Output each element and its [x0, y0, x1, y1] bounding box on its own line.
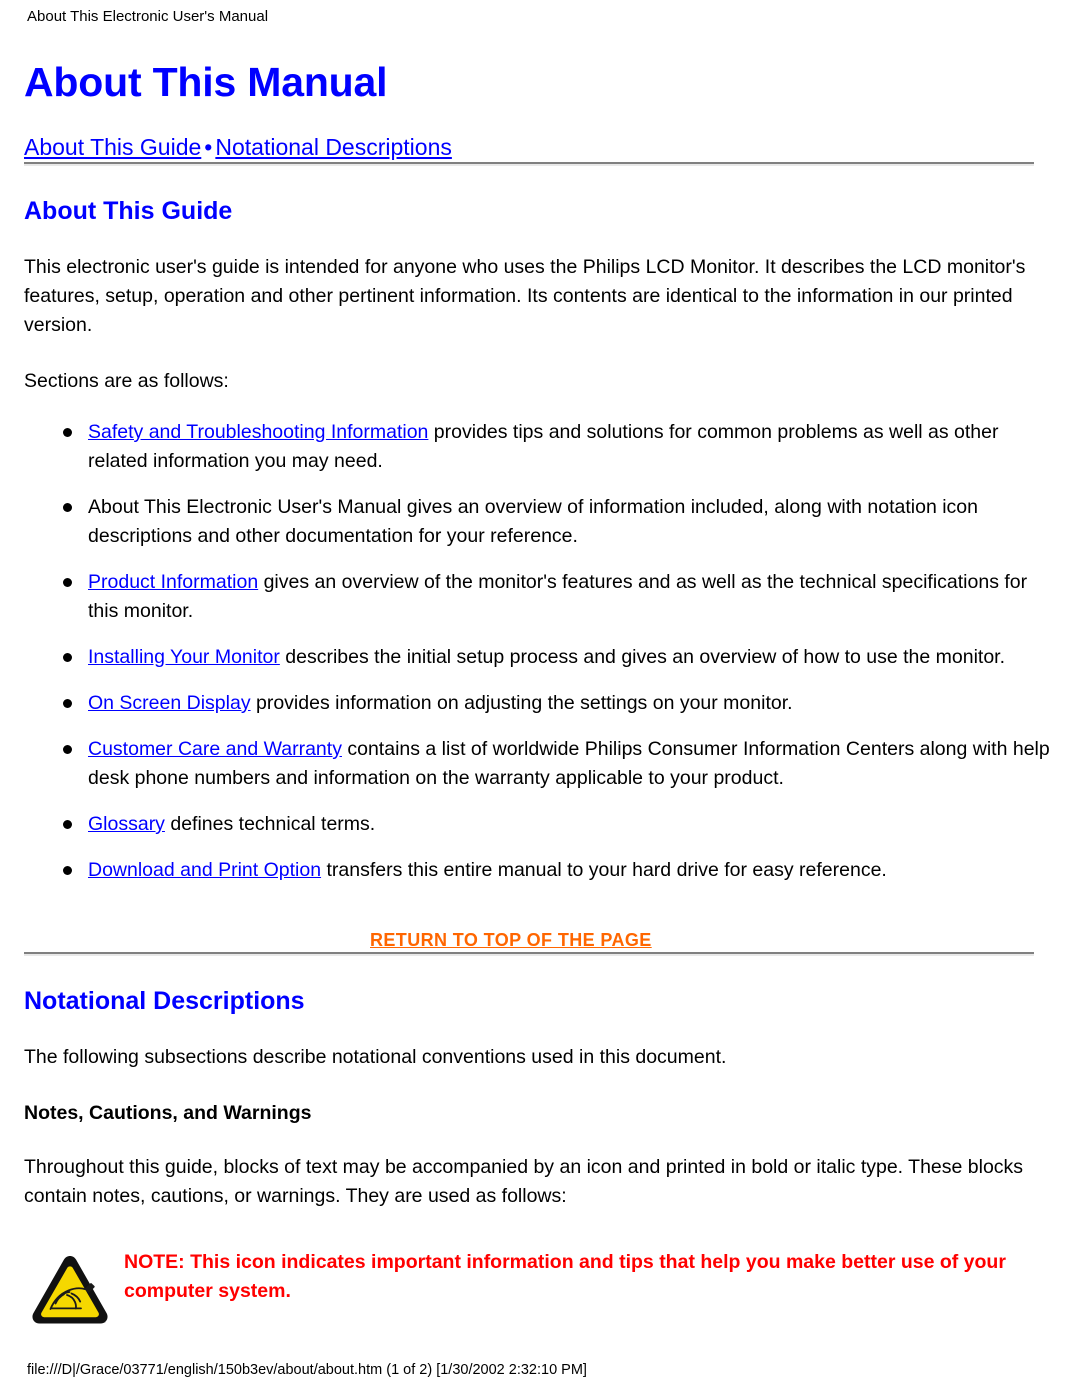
list-item: Download and Print Option transfers this… — [24, 856, 1056, 885]
section-heading-about-this-guide: About This Guide — [24, 197, 233, 225]
bullet-text: describes the initial setup process and … — [279, 646, 1006, 668]
list-item: Product Information gives an overview of… — [24, 568, 1056, 626]
bullet-link-on-screen-display[interactable]: On Screen Display — [88, 692, 251, 714]
bullet-text: defines technical terms. — [164, 813, 376, 835]
notational-body-paragraph: Throughout this guide, blocks of text ma… — [24, 1156, 1024, 1207]
section-nav: About This Guide • Notational Descriptions — [24, 132, 1080, 162]
section-heading-notational-descriptions: Notational Descriptions — [24, 987, 305, 1015]
list-item: Glossary defines technical terms. — [24, 810, 1056, 839]
return-to-top-link[interactable]: RETURN TO TOP OF THE PAGE — [370, 930, 652, 950]
note-text: NOTE: This icon indicates important info… — [124, 1251, 1006, 1302]
document-content: About This Manual About This Guide • Notat… — [0, 58, 1080, 1340]
subheading-notes-cautions-warnings: Notes, Cautions, and Warnings — [24, 1102, 312, 1124]
bullet-text: transfers this entire manual to your har… — [321, 859, 887, 881]
sections-lead-in: Sections are as follows: — [24, 370, 229, 392]
bullet-link-installing-your-monitor[interactable]: Installing Your Monitor — [88, 646, 280, 668]
about-guide-intro-paragraph: This electronic user's guide is intended… — [24, 256, 1026, 336]
warning-triangle-note-icon — [24, 1251, 114, 1333]
list-item: About This Electronic User's Manual give… — [24, 493, 1056, 551]
bullet-link-safety-troubleshooting[interactable]: Safety and Troubleshooting Information — [88, 421, 428, 443]
bullet-text: provides information on adjusting the se… — [250, 692, 793, 714]
running-header: About This Electronic User's Manual — [27, 8, 269, 25]
sections-bullet-list: Safety and Troubleshooting Information p… — [24, 418, 1056, 885]
nav-link-about-this-guide[interactable]: About This Guide — [24, 134, 201, 160]
bullet-link-product-information[interactable]: Product Information — [88, 571, 258, 593]
bullet-link-customer-care-warranty[interactable]: Customer Care and Warranty — [88, 738, 342, 760]
divider-top — [24, 162, 1034, 166]
document-page: About This Electronic User's Manual Abou… — [0, 0, 1080, 1397]
bullet-text: About This Electronic User's Manual give… — [88, 496, 979, 547]
notational-intro-paragraph: The following subsections describe notat… — [24, 1046, 727, 1068]
return-to-top-wrapper: RETURN TO TOP OF THE PAGE — [0, 928, 1080, 952]
bullet-link-download-print-option[interactable]: Download and Print Option — [88, 859, 321, 881]
list-item: Customer Care and Warranty contains a li… — [24, 735, 1056, 793]
nav-link-notational-descriptions[interactable]: Notational Descriptions — [215, 134, 452, 160]
list-item: On Screen Display provides information o… — [24, 689, 1056, 718]
nav-separator: • — [204, 134, 213, 160]
bullet-link-glossary[interactable]: Glossary — [88, 813, 165, 835]
footer-path: file:///D|/Grace/03771/english/150b3ev/a… — [27, 1362, 587, 1378]
page-title: About This Manual — [24, 59, 388, 105]
list-item: Safety and Troubleshooting Information p… — [24, 418, 1056, 476]
note-callout: NOTE: This icon indicates important info… — [24, 1248, 1056, 1340]
list-item: Installing Your Monitor describes the in… — [24, 643, 1056, 672]
divider-middle — [24, 952, 1034, 956]
